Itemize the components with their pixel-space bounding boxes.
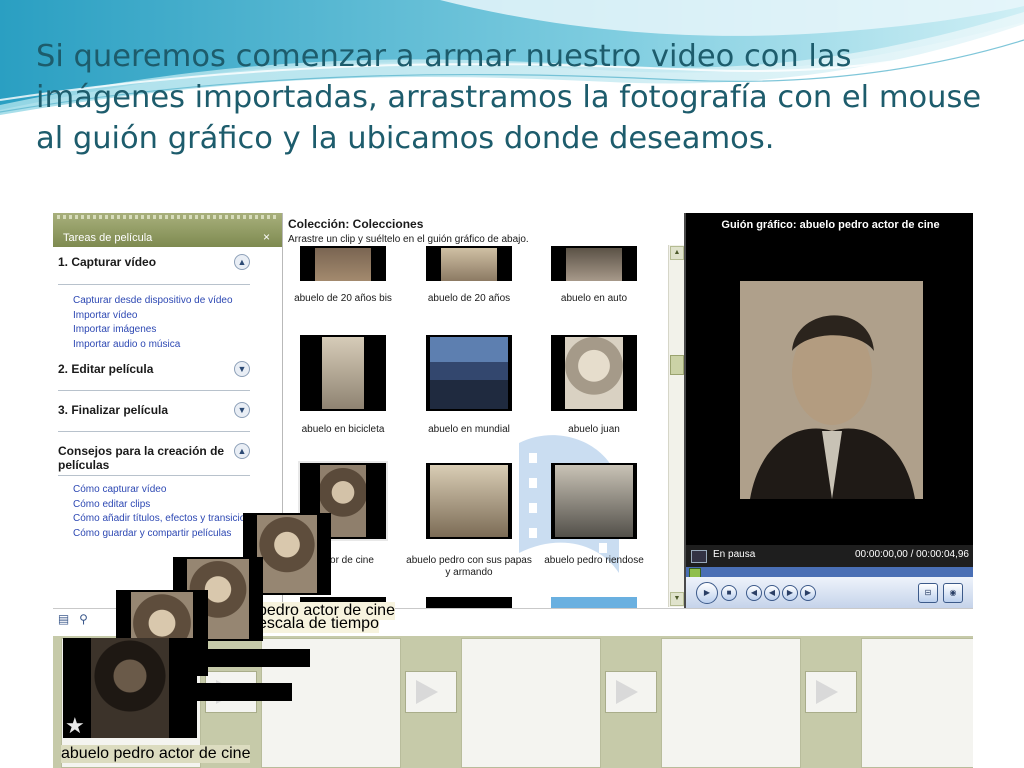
clip-thumbnail[interactable]	[426, 246, 512, 281]
clip-label: abuelo en bicicleta	[301, 424, 385, 435]
transition-arrow-icon	[616, 680, 638, 704]
link-how-edit[interactable]: Cómo editar clips	[73, 499, 150, 510]
clip-label: abuelo de 20 años bis	[294, 293, 392, 304]
section-finish-movie[interactable]: 3. Finalizar película	[58, 403, 168, 417]
link-import-video[interactable]: Importar vídeo	[73, 310, 137, 321]
seek-bar[interactable]	[686, 567, 973, 578]
clip-label: abuelo pedro riendose	[544, 555, 644, 566]
collection-pane: Colección: Colecciones Arrastre un clip …	[282, 213, 685, 608]
section-tips[interactable]: Consejos para la creación de películas	[58, 444, 233, 472]
storyboard-cell[interactable]	[461, 638, 601, 768]
preview-status-bar: En pausa 00:00:00,00 / 00:00:04,96	[686, 545, 973, 567]
magnifier-icon[interactable]: ⚲	[77, 612, 90, 626]
divider	[58, 284, 250, 285]
close-icon[interactable]: ×	[263, 230, 270, 244]
scroll-thumb[interactable]	[670, 355, 684, 375]
preview-title: Guión gráfico: abuelo pedro actor de cin…	[721, 219, 940, 231]
section-capture-video[interactable]: 1. Capturar vídeo	[58, 255, 156, 269]
transition-slot[interactable]	[605, 671, 657, 713]
transition-arrow-icon	[816, 680, 838, 704]
star-icon: ★	[65, 713, 85, 738]
playback-state: En pausa	[713, 549, 756, 560]
tasks-pane-header: Tareas de película ×	[53, 213, 282, 247]
stop-icon[interactable]: ■	[721, 585, 737, 601]
divider	[58, 390, 250, 391]
storyboard-cell[interactable]	[861, 638, 973, 768]
drag-caption: o actor de cine	[205, 649, 310, 667]
link-import-audio[interactable]: Importar audio o música	[73, 339, 180, 350]
drag-caption: abuelo pedro actor de cine	[61, 745, 251, 763]
collection-scrollbar[interactable]: ▲ ▼	[668, 245, 684, 607]
tasks-pane-title: Tareas de película	[63, 232, 153, 244]
clip-thumbnail[interactable]	[426, 463, 512, 539]
collection-instructions: Arrastre un clip y suéltelo en el guión …	[288, 234, 529, 245]
clip-thumbnail[interactable]	[551, 335, 637, 411]
collection-title: Colección: Colecciones	[288, 217, 424, 231]
camera-icon[interactable]: ◉	[943, 583, 963, 603]
transition-slot[interactable]	[805, 671, 857, 713]
split-icon[interactable]: ⊟	[918, 583, 938, 603]
chevron-up-icon[interactable]: ▲	[234, 443, 250, 459]
chevron-down-icon[interactable]: ▼	[234, 361, 250, 377]
playback-time: 00:00:00,00 / 00:00:04,96	[855, 549, 969, 560]
chevron-up-icon[interactable]: ▲	[234, 254, 250, 270]
slide-body-text: Si queremos comenzar a armar nuestro vid…	[36, 39, 982, 156]
link-how-capture[interactable]: Cómo capturar vídeo	[73, 484, 166, 495]
link-capture-device[interactable]: Capturar desde dispositivo de vídeo	[73, 295, 233, 306]
link-import-images[interactable]: Importar imágenes	[73, 324, 156, 335]
clip-thumbnail[interactable]	[300, 246, 386, 281]
next-icon[interactable]: ▶	[800, 585, 816, 601]
clip-label: abuelo juan	[568, 424, 620, 435]
monitor-icon	[691, 550, 707, 563]
previous-icon[interactable]: ◀	[746, 585, 762, 601]
storyboard-view-icon[interactable]: ▤	[57, 612, 70, 626]
movie-maker-screenshot: Tareas de película × 1. Capturar vídeo ▲…	[53, 213, 973, 768]
clip-thumbnail[interactable]	[300, 335, 386, 411]
clip-thumbnail[interactable]	[426, 335, 512, 411]
scroll-up-icon[interactable]: ▲	[670, 246, 684, 260]
clip-thumbnail[interactable]	[551, 597, 637, 608]
preview-monitor: Guión gráfico: abuelo pedro actor de cin…	[684, 213, 973, 608]
clip-thumbnail[interactable]	[426, 597, 512, 608]
clip-label: abuelo en auto	[560, 293, 628, 304]
transition-slot[interactable]	[405, 671, 457, 713]
link-how-titles[interactable]: Cómo añadir títulos, efectos y transicio	[73, 513, 245, 524]
forward-icon[interactable]: ▶	[782, 585, 798, 601]
section-edit-movie[interactable]: 2. Editar película	[58, 362, 153, 376]
clip-label: abuelo en mundial	[428, 424, 510, 435]
chevron-down-icon[interactable]: ▼	[234, 402, 250, 418]
play-icon[interactable]: ▶	[696, 582, 718, 604]
clip-thumbnail[interactable]	[551, 463, 637, 539]
clip-label: abuelo pedro con sus papas y armando	[406, 555, 532, 578]
rewind-icon[interactable]: ◀	[764, 585, 780, 601]
clip-thumbnail[interactable]	[551, 246, 637, 281]
preview-photo	[740, 281, 923, 499]
playback-controls: ▶ ■ ◀ ◀ ▶ ▶ ⊟ ◉	[686, 577, 973, 608]
divider	[58, 475, 250, 476]
pane-grip[interactable]	[57, 215, 277, 219]
divider	[58, 431, 250, 432]
scroll-down-icon[interactable]: ▼	[670, 592, 684, 606]
clip-label: abuelo de 20 años	[427, 293, 511, 304]
transition-arrow-icon	[416, 680, 438, 704]
link-how-save[interactable]: Cómo guardar y compartir películas	[73, 528, 231, 539]
storyboard-cell[interactable]	[661, 638, 801, 768]
drag-caption: escala de tiempo	[258, 615, 379, 633]
